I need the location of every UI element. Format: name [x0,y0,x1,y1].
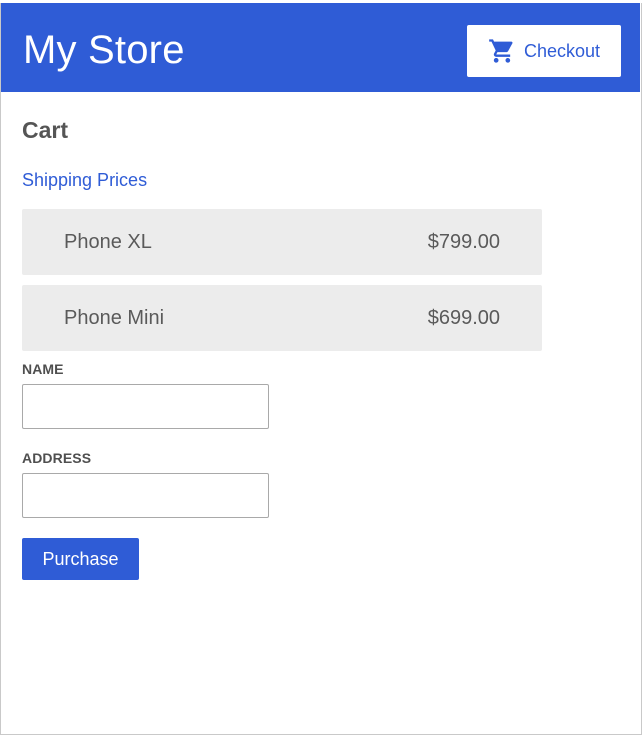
address-label: ADDRESS [22,450,92,466]
cart-item-price: $699.00 [427,306,500,329]
cart-item-name: Phone Mini [64,306,165,329]
cart-item-price: $799.00 [427,230,500,253]
main-content: Cart Shipping Prices Phone XL $799.00 Ph… [22,112,622,580]
cart-title: Cart [22,117,69,143]
cart-item: Phone Mini $699.00 [22,285,542,351]
checkout-label: Checkout [524,40,601,61]
top-bar: My Store Checkout [1,3,640,92]
cart-item-name: Phone XL [64,230,152,253]
checkout-button[interactable]: Checkout [467,25,621,77]
shopping-cart-icon [489,39,513,63]
name-label: NAME [22,361,64,377]
shipping-prices-link[interactable]: Shipping Prices [22,168,147,192]
name-input[interactable] [22,384,269,429]
cart-item: Phone XL $799.00 [22,209,542,275]
purchase-button[interactable]: Purchase [22,538,139,580]
address-input[interactable] [22,473,269,518]
store-title-link[interactable]: My Store [23,25,185,75]
